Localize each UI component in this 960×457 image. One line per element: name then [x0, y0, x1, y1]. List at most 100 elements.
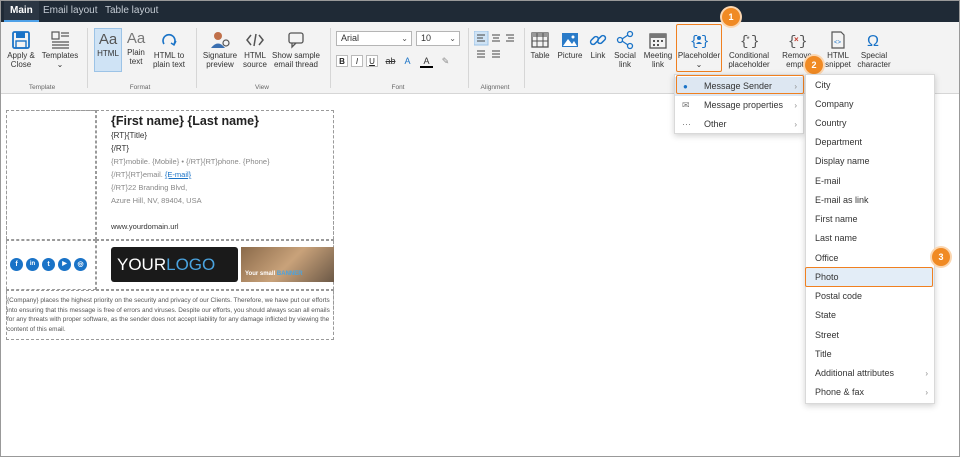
- html-source-button[interactable]: HTML source: [240, 30, 270, 69]
- underline-button[interactable]: U: [366, 55, 378, 67]
- font-name-select[interactable]: Arial ⌄: [336, 31, 412, 46]
- menu-item-display-name[interactable]: Display name: [806, 152, 934, 171]
- menu-item-first-name[interactable]: First name: [806, 210, 934, 229]
- menu-item-company[interactable]: Company: [806, 95, 934, 114]
- svg-text:Ω: Ω: [867, 33, 879, 50]
- menu-item-other[interactable]: ··· Other ›: [675, 115, 803, 134]
- dots-icon: ···: [682, 119, 691, 129]
- menu-item-office[interactable]: Office: [806, 249, 934, 268]
- menu-item-email[interactable]: E-mail: [806, 172, 934, 191]
- menu-item-city[interactable]: City: [806, 76, 934, 95]
- menu-item-state[interactable]: State: [806, 306, 934, 325]
- tab-table-layout[interactable]: Table layout: [99, 0, 164, 22]
- menu-item-message-properties[interactable]: ✉ Message properties ›: [675, 96, 803, 115]
- step-badge-1: 1: [722, 8, 740, 26]
- show-sample-thread-button[interactable]: Show sample email thread: [271, 30, 321, 69]
- menu-item-phone-fax[interactable]: Phone & fax ›: [806, 383, 934, 402]
- chevron-right-icon: ›: [794, 101, 797, 110]
- menu-item-additional-attributes[interactable]: Additional attributes ›: [806, 364, 934, 383]
- calendar-icon: [649, 33, 667, 49]
- link-button[interactable]: Link: [587, 30, 609, 60]
- menu-item-last-name[interactable]: Last name: [806, 229, 934, 248]
- tab-email-layout[interactable]: Email layout: [37, 0, 103, 22]
- strikethrough-icon[interactable]: ab: [384, 55, 397, 68]
- table-button[interactable]: Table: [528, 30, 552, 60]
- menu-item-country[interactable]: Country: [806, 114, 934, 133]
- youtube-icon[interactable]: ▶: [58, 258, 71, 271]
- aa-plain-icon: Aa: [126, 30, 146, 47]
- menu-item-email-as-link[interactable]: E-mail as link: [806, 191, 934, 210]
- message-sender-highlight: [676, 75, 804, 94]
- clear-format-icon[interactable]: ✎: [439, 55, 452, 68]
- plain-text-button[interactable]: Aa Plain text: [123, 28, 149, 66]
- twitter-icon[interactable]: t: [42, 258, 55, 271]
- picture-button[interactable]: Picture: [556, 30, 584, 60]
- menu-item-street[interactable]: Street: [806, 326, 934, 345]
- company-logo[interactable]: YOURLOGO: [111, 247, 238, 282]
- tab-main[interactable]: Main: [4, 0, 39, 22]
- snippet-icon: <>: [831, 31, 845, 49]
- chevron-right-icon: ›: [794, 120, 797, 129]
- svg-text:<>: <>: [834, 40, 842, 46]
- signature-name: {First name} {Last name}: [111, 114, 259, 128]
- signature-phones: {RT}mobile. {Mobile} • {/RT}{RT}phone. {…: [111, 157, 270, 166]
- ribbon-separator: [524, 28, 525, 88]
- facebook-icon[interactable]: f: [10, 258, 23, 271]
- envelope-icon: ✉: [682, 100, 690, 110]
- sender-submenu: City Company Country Department Display …: [805, 74, 935, 404]
- small-banner[interactable]: Your small BANNER: [241, 247, 334, 282]
- italic-button[interactable]: I: [351, 55, 363, 67]
- conditional-icon: {}*: [740, 34, 759, 50]
- chevron-down-icon: ⌄: [401, 34, 408, 43]
- group-label-template: Template: [28, 84, 56, 91]
- linkedin-icon[interactable]: in: [26, 258, 39, 271]
- save-icon: [12, 31, 30, 49]
- html-format-button[interactable]: Aa HTML: [94, 28, 122, 72]
- font-color-icon[interactable]: A: [420, 55, 433, 68]
- chevron-down-icon: ⌄: [449, 34, 456, 43]
- conditional-placeholder-button[interactable]: {}* Conditionalplaceholder ⌄: [725, 30, 773, 78]
- photo-highlight: [805, 267, 933, 287]
- signature-preview-button[interactable]: Signature preview: [201, 30, 239, 69]
- menu-item-title[interactable]: Title: [806, 345, 934, 364]
- html-to-plain-button[interactable]: HTML to plain text: [150, 30, 188, 69]
- templates-button[interactable]: Templates ⌄: [40, 30, 80, 69]
- svg-text:}: }: [799, 34, 807, 50]
- signature-address1: {/RT}22 Branding Blvd,: [111, 183, 188, 192]
- ribbon-separator: [468, 28, 469, 88]
- social-link-button[interactable]: Social link: [612, 30, 638, 69]
- html-snippet-button[interactable]: <> HTML snippet: [822, 30, 854, 69]
- disclaimer-text: {Company} places the highest priority on…: [7, 297, 330, 333]
- meeting-link-button[interactable]: Meeting link: [642, 30, 674, 69]
- signature-domain[interactable]: www.yourdomain.url: [111, 222, 179, 231]
- picture-icon: [562, 33, 578, 47]
- svg-text:}: }: [751, 34, 759, 50]
- menu-item-postal-code[interactable]: Postal code: [806, 287, 934, 306]
- bold-button[interactable]: B: [336, 55, 348, 67]
- link-icon: [589, 34, 607, 46]
- step-badge-3: 3: [932, 248, 950, 266]
- convert-icon: [162, 33, 177, 47]
- table-icon: [531, 32, 549, 48]
- special-character-button[interactable]: Ω Special character: [856, 30, 892, 69]
- text-effects-icon[interactable]: A: [401, 55, 414, 68]
- chat-icon: [288, 32, 304, 49]
- aa-icon: Aa: [98, 31, 118, 48]
- instagram-icon[interactable]: ◎: [74, 258, 87, 271]
- group-label-font: Font: [391, 84, 405, 91]
- placeholder-highlight: [676, 24, 722, 72]
- ribbon-separator: [87, 28, 88, 88]
- ribbon-separator: [330, 28, 331, 88]
- apply-close-button[interactable]: Apply & Close: [4, 30, 38, 69]
- signature-email-line: {/RT}{RT}email. {E-mail}: [111, 170, 192, 179]
- font-size-select[interactable]: 10 ⌄: [416, 31, 460, 46]
- remove-icon: {}×: [788, 34, 807, 50]
- code-icon: [246, 33, 264, 47]
- menu-item-department[interactable]: Department: [806, 133, 934, 152]
- photo-cell[interactable]: [6, 110, 96, 240]
- group-label-format: Format: [129, 84, 151, 91]
- chevron-right-icon: ›: [925, 369, 928, 378]
- signature-title: {RT}{Title}: [111, 131, 148, 140]
- alignment-grid-icon[interactable]: [474, 31, 518, 75]
- email-link[interactable]: {E-mail}: [165, 170, 191, 179]
